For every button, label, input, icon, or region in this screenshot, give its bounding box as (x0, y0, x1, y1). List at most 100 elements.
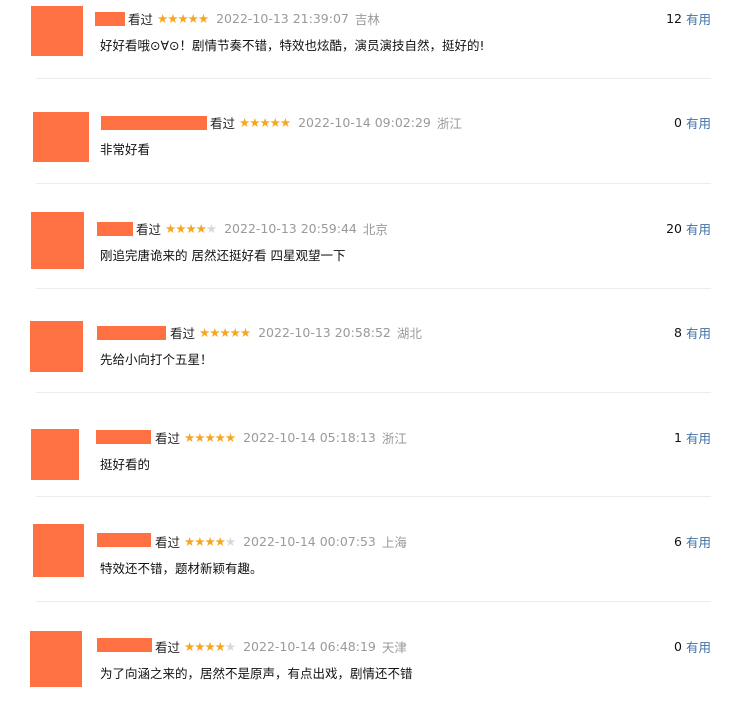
avatar-redacted[interactable] (30, 631, 82, 687)
vote-count: 1 (674, 429, 682, 445)
watched-label: 看过 (155, 534, 181, 550)
comment-meta: 看过 ★ ★ ★ ★ ★ 2022-10-14 05:18:13 浙江 (155, 427, 407, 447)
filled-star-icon: ★ (214, 638, 226, 654)
username-redacted[interactable] (101, 116, 207, 130)
empty-star-icon: ★ (224, 533, 236, 549)
filled-star-icon: ★ (167, 10, 178, 26)
vote-area: 20 有用 (666, 218, 711, 238)
comment-time: 2022-10-13 20:59:44 (224, 220, 357, 236)
filled-star-icon: ★ (177, 10, 188, 26)
vote-area: 8 有用 (674, 322, 711, 342)
rating-stars: ★ ★ ★ ★ ★ (184, 429, 236, 445)
divider (36, 496, 711, 497)
vote-count: 12 (666, 10, 682, 26)
avatar-redacted[interactable] (31, 6, 83, 56)
divider (36, 392, 711, 393)
avatar-redacted[interactable] (33, 112, 89, 162)
filled-star-icon: ★ (185, 220, 196, 236)
vote-area: 6 有用 (674, 531, 711, 551)
filled-star-icon: ★ (229, 324, 241, 340)
filled-star-icon: ★ (279, 114, 291, 130)
avatar-redacted[interactable] (30, 321, 83, 372)
comment-time: 2022-10-13 21:39:07 (216, 10, 349, 26)
filled-star-icon: ★ (175, 220, 186, 236)
filled-star-icon: ★ (184, 429, 195, 445)
useful-button[interactable]: 有用 (686, 219, 711, 238)
vote-count: 6 (674, 533, 682, 549)
comment-time: 2022-10-14 09:02:29 (298, 114, 431, 130)
comment-location: 浙江 (381, 430, 407, 446)
useful-button[interactable]: 有用 (686, 323, 711, 342)
useful-button[interactable]: 有用 (686, 428, 711, 447)
useful-button[interactable]: 有用 (686, 637, 711, 656)
vote-count: 0 (674, 114, 682, 130)
filled-star-icon: ★ (239, 114, 250, 130)
divider (36, 601, 711, 602)
filled-star-icon: ★ (209, 324, 220, 340)
comment-item: 看过 ★ ★ ★ ★ ★ 2022-10-13 20:59:44 北京 20 有用 刚追完唐诡来的 … (0, 208, 732, 312)
filled-star-icon: ★ (165, 220, 176, 236)
filled-star-icon: ★ (199, 324, 210, 340)
comment-item: 看过 ★ ★ ★ ★ ★ 2022-10-14 00:07:53 上海 6 有用特效还不错，题材新… (0, 520, 732, 624)
comment-meta: 看过 ★ ★ ★ ★ ★ 2022-10-13 20:58:52 湖北 (170, 322, 422, 342)
filled-star-icon: ★ (219, 324, 230, 340)
vote-area: 1 有用 (674, 427, 711, 447)
comment-text: 非常好看 (100, 141, 151, 157)
username-redacted[interactable] (97, 326, 166, 340)
filled-star-icon: ★ (249, 114, 260, 130)
comment-time: 2022-10-14 06:48:19 (243, 638, 376, 654)
watched-label: 看过 (155, 639, 181, 655)
rating-stars: ★ ★ ★ ★ ★ (157, 10, 209, 26)
vote-count: 0 (674, 638, 682, 654)
comment-item: 看过 ★ ★ ★ ★ ★ 2022-10-13 21:39:07 吉林 12 有用 好好看哦⊙∀⊙！… (0, 0, 732, 104)
watched-label: 看过 (128, 11, 154, 27)
rating-stars: ★ ★ ★ ★ ★ (184, 638, 236, 654)
comment-text: 好好看哦⊙∀⊙！剧情节奏不错，特效也炫酷，演员演技自然，挺好的! (100, 37, 485, 53)
vote-count: 20 (666, 220, 682, 236)
comment-text: 特效还不错，题材新颖有趣。 (100, 560, 263, 576)
comment-item: 看过 ★ ★ ★ ★ ★ 2022-10-14 06:48:19 天津 0 有用 为了向涵之来的，居… (0, 624, 732, 728)
filled-star-icon: ★ (214, 533, 226, 549)
comment-location: 浙江 (436, 115, 462, 131)
avatar-redacted[interactable] (33, 524, 84, 577)
username-redacted[interactable] (95, 12, 125, 26)
vote-area: 0 有用 (674, 636, 711, 656)
comment-location: 湖北 (396, 325, 422, 341)
vote-count: 8 (674, 324, 682, 340)
filled-star-icon: ★ (204, 638, 215, 654)
rating-stars: ★ ★ ★ ★ ★ (184, 533, 236, 549)
filled-star-icon: ★ (195, 220, 207, 236)
username-redacted[interactable] (97, 638, 152, 652)
watched-label: 看过 (155, 430, 181, 446)
comment-meta: 看过 ★ ★ ★ ★ ★ 2022-10-14 00:07:53 上海 (155, 531, 407, 551)
vote-area: 12 有用 (666, 8, 711, 28)
comment-item: 看过 ★ ★ ★ ★ ★ 2022-10-14 09:02:29 浙江 0 有用 非常好看 (0, 104, 732, 208)
comment-time: 2022-10-14 05:18:13 (243, 429, 376, 445)
filled-star-icon: ★ (269, 114, 281, 130)
avatar-redacted[interactable] (31, 429, 79, 480)
watched-label: 看过 (136, 221, 162, 237)
username-redacted[interactable] (97, 533, 151, 547)
useful-button[interactable]: 有用 (686, 9, 711, 28)
empty-star-icon: ★ (205, 220, 217, 236)
empty-star-icon: ★ (224, 638, 236, 654)
comment-time: 2022-10-13 20:58:52 (258, 324, 391, 340)
useful-button[interactable]: 有用 (686, 532, 711, 551)
filled-star-icon: ★ (214, 429, 226, 445)
watched-label: 看过 (170, 325, 196, 341)
vote-area: 0 有用 (674, 112, 711, 132)
username-redacted[interactable] (97, 222, 133, 236)
filled-star-icon: ★ (184, 533, 195, 549)
avatar-redacted[interactable] (31, 212, 84, 269)
comment-item: 看过 ★ ★ ★ ★ ★ 2022-10-14 05:18:13 浙江 1 有用挺好看的 (0, 416, 732, 520)
username-redacted[interactable] (96, 430, 151, 444)
useful-button[interactable]: 有用 (686, 113, 711, 132)
comment-meta: 看过 ★ ★ ★ ★ ★ 2022-10-14 06:48:19 天津 (155, 636, 407, 656)
rating-stars: ★ ★ ★ ★ ★ (199, 324, 251, 340)
filled-star-icon: ★ (204, 429, 215, 445)
divider (36, 78, 711, 79)
filled-star-icon: ★ (157, 10, 168, 26)
comment-location: 北京 (362, 221, 388, 237)
comment-meta: 看过 ★ ★ ★ ★ ★ 2022-10-14 09:02:29 浙江 (210, 112, 462, 132)
comment-text: 挺好看的 (100, 456, 151, 472)
